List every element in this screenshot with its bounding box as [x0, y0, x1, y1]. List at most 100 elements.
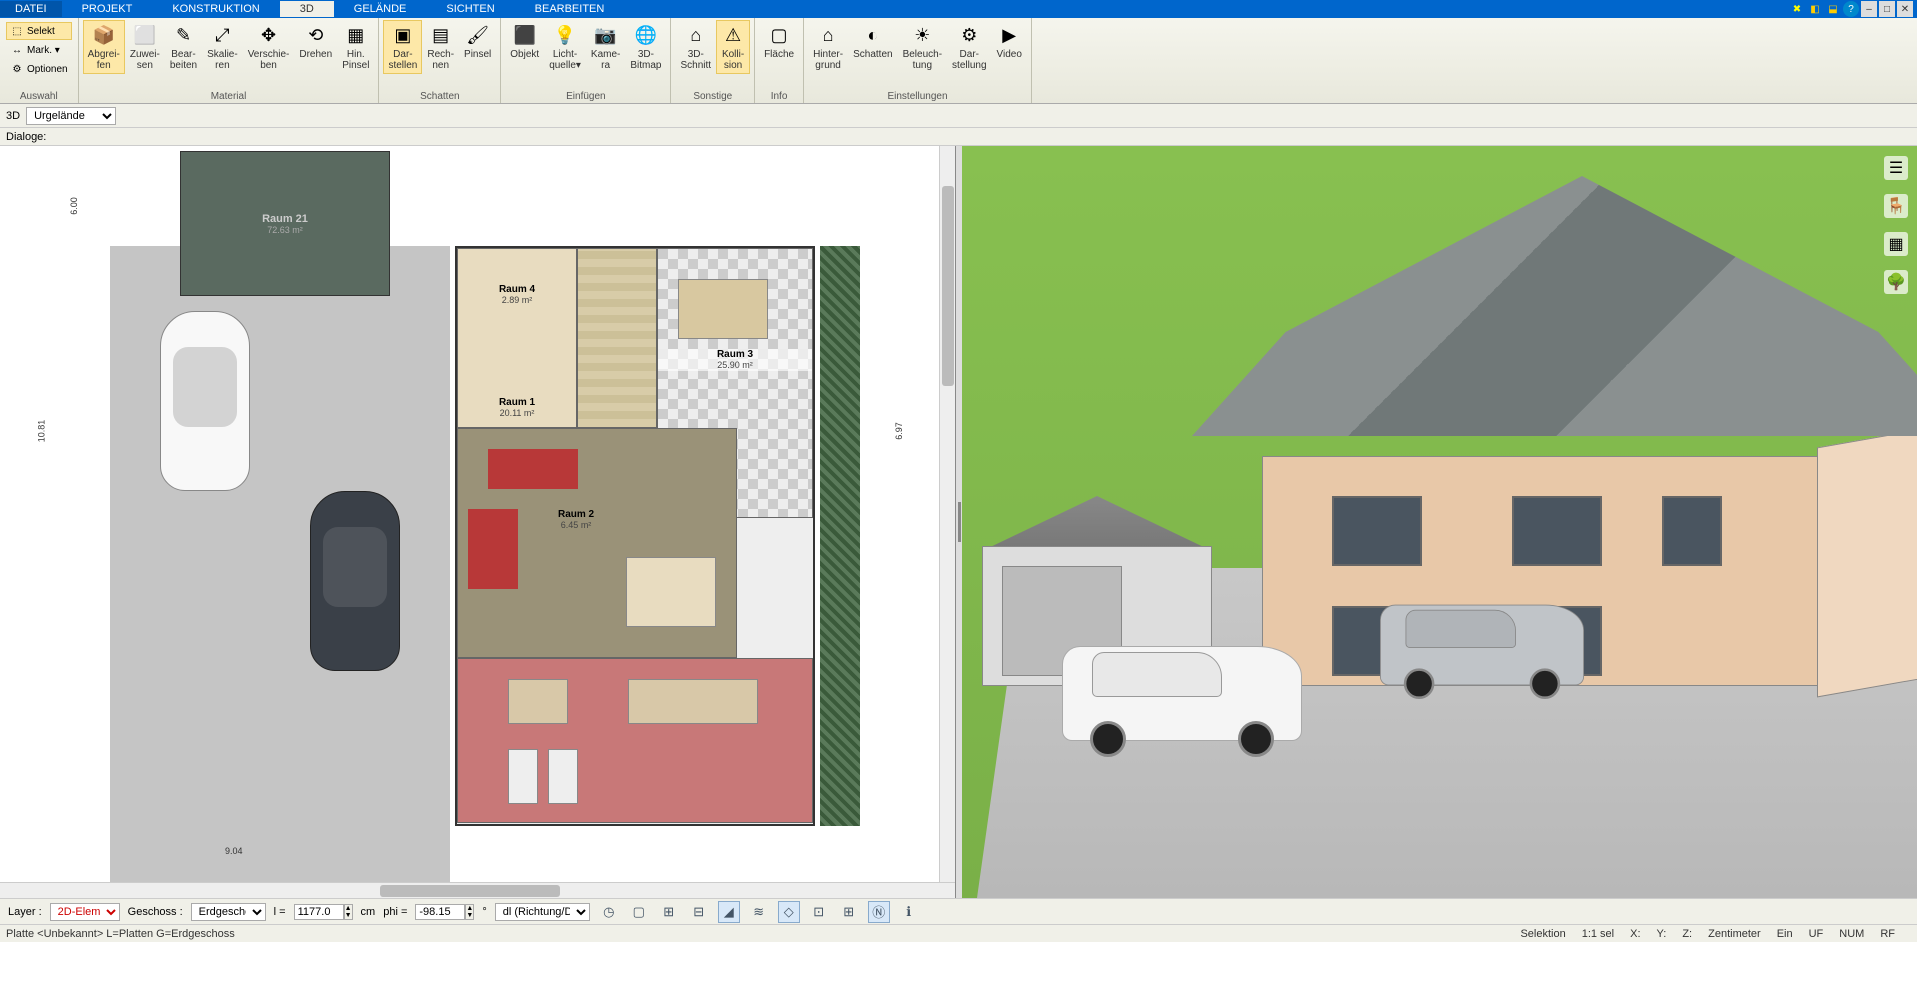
menu-tab-projekt[interactable]: PROJEKT [62, 1, 153, 17]
title-icon-2[interactable]: ◧ [1807, 1, 1823, 17]
snap1-icon[interactable]: ⊞ [658, 901, 680, 923]
grid-icon[interactable]: ⊞ [838, 901, 860, 923]
room3-label: Raum 3 [717, 349, 753, 360]
group-label-einfuegen: Einfügen [505, 90, 666, 103]
ribbon-btn-verschie-ben[interactable]: ✥Verschie- ben [243, 20, 295, 74]
ribbon-btn-3d-schnitt[interactable]: ⌂3D- Schnitt [675, 20, 716, 74]
ribbon-btn-hin-pinsel[interactable]: ▦Hin. Pinsel [337, 20, 374, 74]
dialog-bar: Dialoge: [0, 128, 1917, 146]
gear-icon: ⚙ [10, 62, 24, 76]
info-icon[interactable]: ℹ [898, 901, 920, 923]
view3d-side-panel: ☰ 🪑 ▦ 🌳 [1881, 156, 1911, 294]
status-selektion: Selektion [1520, 928, 1565, 940]
status-num: NUM [1839, 928, 1864, 940]
l-label: l = [274, 906, 286, 918]
richtung-dropdown[interactable]: dl (Richtung/Di [495, 903, 590, 921]
ribbon-btn-3d-bitmap[interactable]: 🌐3D- Bitmap [625, 20, 666, 74]
snap4-icon[interactable]: ≋ [748, 901, 770, 923]
ribbon-btn-fl-che[interactable]: ▢Fläche [759, 20, 799, 63]
ribbon-btn-hinter-grund[interactable]: ⌂Hinter- grund [808, 20, 848, 74]
skalie-ren-icon: ⤢ [210, 23, 234, 47]
furniture-icon[interactable]: 🪑 [1884, 194, 1908, 218]
ribbon-group-einfuegen: ⬛Objekt💡Licht- quelle▾📷Kame- ra🌐3D- Bitm… [501, 18, 671, 103]
ribbon-btn-schatten[interactable]: ◐Schatten [848, 20, 897, 63]
ribbon-btn-rech-nen[interactable]: ▤Rech- nen [422, 20, 459, 74]
l-input[interactable] [294, 904, 344, 920]
menu-tab-datei[interactable]: DATEI [0, 1, 62, 17]
optionen-button[interactable]: ⚙Optionen [6, 60, 72, 78]
layer-select[interactable]: Urgelände [26, 107, 116, 125]
ribbon-label: Objekt [510, 49, 539, 60]
palette-icon[interactable]: ▦ [1884, 232, 1908, 256]
dar-stellen-icon: ▣ [391, 23, 415, 47]
layer-dropdown[interactable]: 2D-Elemen [50, 903, 120, 921]
ribbon-btn-objekt[interactable]: ⬛Objekt [505, 20, 544, 63]
deg-label: ° [482, 906, 486, 918]
3d-view[interactable]: ☰ 🪑 ▦ 🌳 [962, 146, 1917, 898]
ribbon-btn-skalie-ren[interactable]: ⤢Skalie- ren [202, 20, 243, 74]
scrollbar-v-2d[interactable] [939, 146, 955, 882]
ribbon-btn-kolli-sion[interactable]: ⚠Kolli- sion [716, 20, 750, 74]
group-label-sonstige: Sonstige [675, 90, 750, 103]
snap5-icon[interactable]: ◇ [778, 901, 800, 923]
l-unit: cm [361, 906, 376, 918]
menu-tab-gelaende[interactable]: GELÄNDE [334, 1, 427, 17]
kame-ra-icon: 📷 [594, 23, 618, 47]
rech-nen-icon: ▤ [429, 23, 453, 47]
monitor-icon[interactable]: ▢ [628, 901, 650, 923]
phi-input[interactable] [415, 904, 465, 920]
north-icon[interactable]: Ⓝ [868, 901, 890, 923]
ribbon-btn-zuwei-sen[interactable]: ⬜Zuwei- sen [125, 20, 165, 74]
ribbon-btn-dar-stellen[interactable]: ▣Dar- stellen [383, 20, 422, 74]
ribbon-btn-dar-stellung[interactable]: ⚙Dar- stellung [947, 20, 991, 74]
ribbon-label: Skalie- ren [207, 49, 238, 71]
ribbon-btn-video[interactable]: ▶Video [992, 20, 1027, 63]
maximize-icon[interactable]: □ [1879, 1, 1895, 17]
group-label-einstellungen: Einstellungen [808, 90, 1027, 103]
ribbon-btn-licht-quelle-[interactable]: 💡Licht- quelle▾ [544, 20, 586, 74]
clock-icon[interactable]: ◷ [598, 901, 620, 923]
menu-tab-3d[interactable]: 3D [280, 1, 334, 17]
tree-icon[interactable]: 🌳 [1884, 270, 1908, 294]
car-dark-top [310, 491, 400, 671]
ribbon-label: Licht- quelle▾ [549, 49, 581, 71]
floorplan-view[interactable]: Raum 21 72.63 m² Raum 4 2.89 m² Raum 1 2… [0, 146, 956, 898]
room21-area: 72.63 m² [267, 225, 303, 235]
ribbon-label: Fläche [764, 49, 794, 60]
ribbon-btn-bear-beiten[interactable]: ✎Bear- beiten [165, 20, 202, 74]
menu-tab-bearbeiten[interactable]: BEARBEITEN [515, 1, 625, 17]
ribbon-label: Drehen [299, 49, 332, 60]
ribbon-btn-abgrei-fen[interactable]: 📦Abgrei- fen [83, 20, 125, 74]
menu-tab-sichten[interactable]: SICHTEN [426, 1, 514, 17]
status-unit: Zentimeter [1708, 928, 1761, 940]
ribbon-btn-drehen[interactable]: ⟲Drehen [294, 20, 337, 63]
snap6-icon[interactable]: ⊡ [808, 901, 830, 923]
geschoss-dropdown[interactable]: Erdgeschos [191, 903, 266, 921]
snap3-icon[interactable]: ◢ [718, 901, 740, 923]
dim-697: 6.97 [894, 422, 904, 440]
minimize-icon[interactable]: – [1861, 1, 1877, 17]
ribbon-btn-beleuch-tung[interactable]: ☀Beleuch- tung [898, 20, 947, 74]
status-ein: Ein [1777, 928, 1793, 940]
verschie-ben-icon: ✥ [257, 23, 281, 47]
layers-icon[interactable]: ☰ [1884, 156, 1908, 180]
close-icon[interactable]: ✕ [1897, 1, 1913, 17]
title-icon-3[interactable]: ⬓ [1825, 1, 1841, 17]
selekt-button[interactable]: ⬚Selekt [6, 22, 72, 40]
title-icon-1[interactable]: ✖ [1789, 1, 1805, 17]
ribbon-group-info: ▢Fläche Info [755, 18, 804, 103]
hin-pinsel-icon: ▦ [344, 23, 368, 47]
scrollbar-h-2d[interactable] [0, 882, 955, 898]
ribbon-group-auswahl: ⬚Selekt ↔Mark. ▾ ⚙Optionen Auswahl [0, 18, 79, 103]
help-icon[interactable]: ? [1843, 1, 1859, 17]
group-label-info: Info [759, 90, 799, 103]
hinter-grund-icon: ⌂ [816, 23, 840, 47]
ribbon-btn-pinsel[interactable]: 🖌Pinsel [459, 20, 496, 63]
ribbon-label: 3D- Bitmap [630, 49, 661, 71]
main-area: Raum 21 72.63 m² Raum 4 2.89 m² Raum 1 2… [0, 146, 1917, 898]
3d-bitmap-icon: 🌐 [634, 23, 658, 47]
menu-tab-konstruktion[interactable]: KONSTRUKTION [152, 1, 279, 17]
snap2-icon[interactable]: ⊟ [688, 901, 710, 923]
mark-button[interactable]: ↔Mark. ▾ [6, 41, 72, 59]
ribbon-btn-kame-ra[interactable]: 📷Kame- ra [586, 20, 625, 74]
